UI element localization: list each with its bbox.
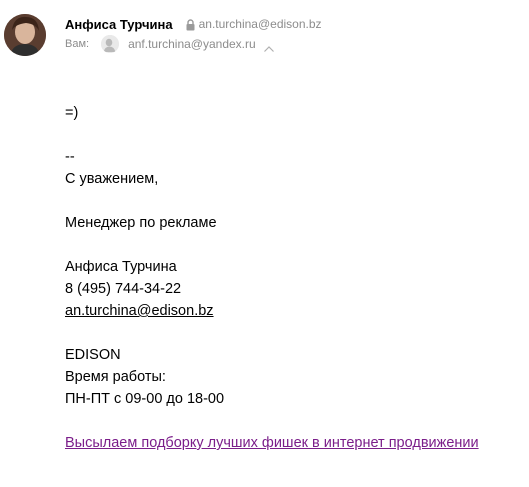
recipient-line: Вам: anf.turchina@yandex.ru — [65, 35, 275, 53]
smile-text: =) — [65, 105, 79, 121]
lock-icon — [185, 18, 196, 31]
sender-email[interactable]: an.turchina@edison.bz — [199, 17, 322, 31]
message-body: =) -- С уважением, Менеджер по рекламе А… — [65, 102, 525, 454]
signature-name: Анфиса Турчина — [65, 259, 177, 275]
signature-dash: -- — [65, 149, 75, 165]
to-label: Вам: — [65, 38, 90, 50]
sender-avatar[interactable] — [4, 14, 46, 56]
sender-line: Анфиса Турчина an.turchina@edison.bz — [65, 15, 322, 33]
signature-phone: 8 (495) 744-34-22 — [65, 281, 182, 297]
recipient-avatar[interactable] — [101, 35, 120, 53]
company-name: EDISON — [65, 347, 121, 363]
signature-email-link[interactable]: an.turchina@edison.bz — [65, 303, 214, 319]
position-text: Менеджер по рекламе — [65, 215, 217, 231]
hours-text: ПН-ПТ с 09-00 до 18-00 — [65, 391, 225, 407]
avatar-photo — [4, 14, 46, 56]
chevron-up-icon[interactable] — [263, 40, 275, 52]
message-header: Анфиса Турчина an.turchina@edison.bz Вам… — [0, 0, 529, 60]
hours-label: Время работы: — [65, 369, 166, 385]
recipient-email[interactable]: anf.turchina@yandex.ru — [128, 37, 256, 51]
regards-text: С уважением, — [65, 171, 159, 187]
promo-link[interactable]: Высылаем подборку лучших фишек в интерне… — [65, 435, 479, 451]
sender-name[interactable]: Анфиса Турчина — [65, 17, 173, 32]
recipient-avatar-icon — [101, 35, 120, 53]
